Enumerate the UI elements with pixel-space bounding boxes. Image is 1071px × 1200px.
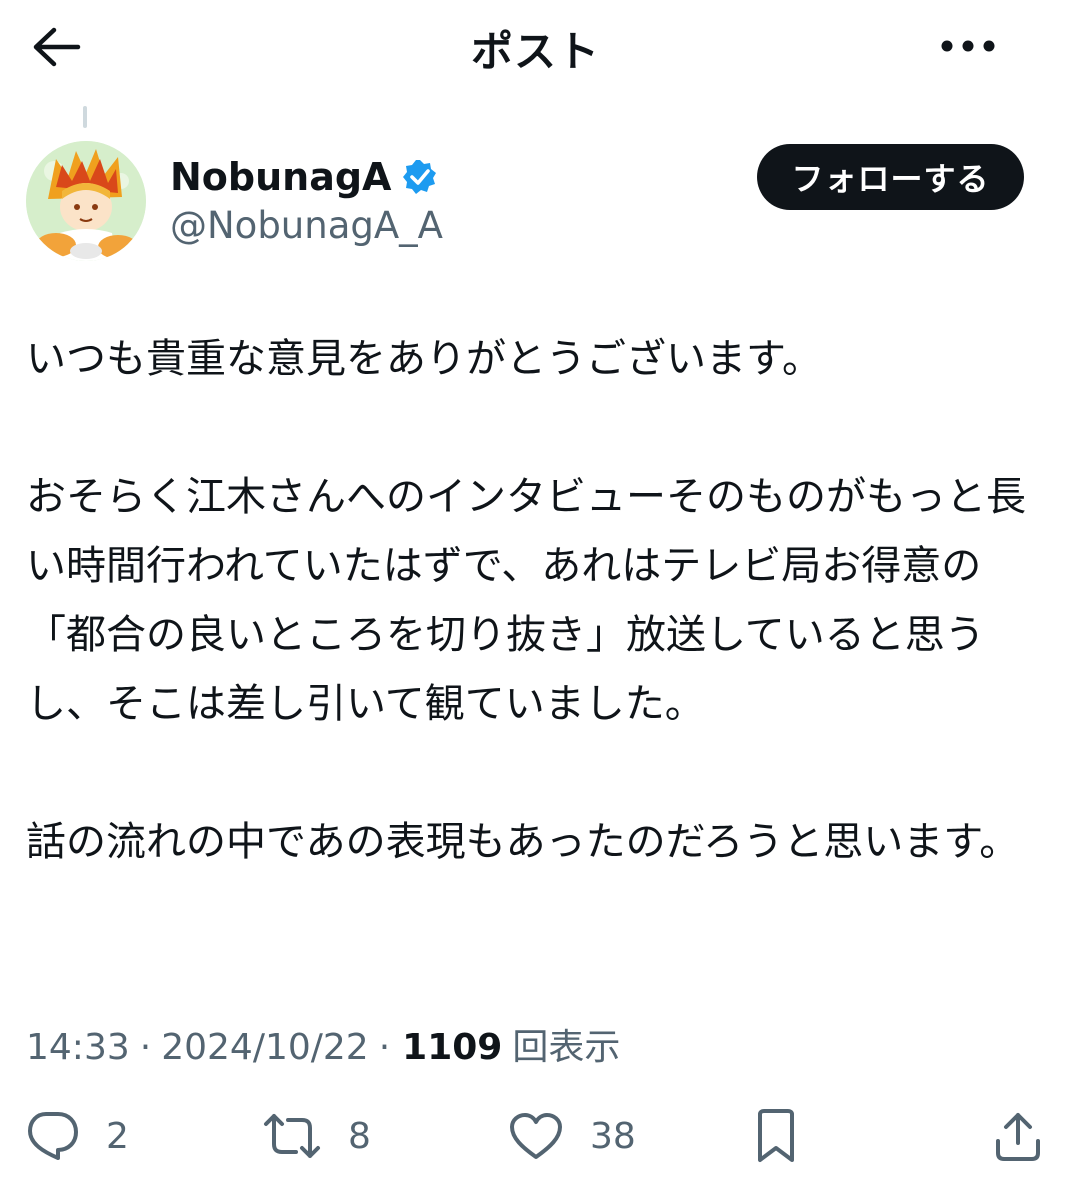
meta-separator: · bbox=[378, 1027, 391, 1068]
post-paragraph: おそらく江木さんへのインタビューそのものがもっと長い時間行われていたはずで、あれ… bbox=[26, 474, 1026, 727]
views-label[interactable]: 回表示 bbox=[512, 1018, 620, 1070]
meta-separator: · bbox=[139, 1027, 152, 1068]
post-paragraph: 話の流れの中であの表現もあったのだろうと思います。 bbox=[26, 819, 1020, 865]
top-bar: ポスト bbox=[0, 0, 1071, 100]
post-date[interactable]: 2024/10/22 bbox=[161, 1027, 369, 1068]
author-name-row[interactable]: NobunagA bbox=[170, 152, 439, 202]
page-title: ポスト bbox=[470, 27, 600, 76]
author-handle[interactable]: @NobunagA_A bbox=[170, 204, 443, 247]
like-button[interactable]: 38 bbox=[508, 1100, 636, 1172]
bookmark-button[interactable] bbox=[754, 1100, 798, 1172]
share-button[interactable] bbox=[992, 1100, 1044, 1172]
post-time[interactable]: 14:33 bbox=[26, 1027, 130, 1068]
post-metadata: 14:33 · 2024/10/22 · 1109 回表示 bbox=[26, 1018, 620, 1070]
more-button[interactable] bbox=[935, 26, 1001, 66]
more-horizontal-icon bbox=[940, 39, 996, 53]
repost-count: 8 bbox=[348, 1115, 371, 1157]
reply-count: 2 bbox=[106, 1115, 129, 1157]
avatar[interactable] bbox=[26, 141, 146, 261]
repost-button[interactable]: 8 bbox=[262, 1100, 371, 1172]
repost-icon bbox=[262, 1112, 322, 1160]
views-count[interactable]: 1109 bbox=[402, 1027, 502, 1068]
like-icon bbox=[508, 1111, 564, 1161]
post-text: いつも貴重な意見をありがとうございます。 おそらく江木さんへのインタビューそのも… bbox=[26, 325, 1041, 877]
action-bar: 2 8 38 bbox=[0, 1100, 1071, 1172]
verified-badge-icon bbox=[401, 158, 439, 196]
bookmark-icon bbox=[754, 1108, 798, 1164]
share-icon bbox=[992, 1109, 1044, 1163]
reply-icon bbox=[24, 1110, 80, 1162]
like-count: 38 bbox=[590, 1115, 636, 1157]
thread-connector-line bbox=[83, 106, 87, 128]
reply-button[interactable]: 2 bbox=[24, 1100, 129, 1172]
post-paragraph: いつも貴重な意見をありがとうございます。 bbox=[26, 336, 822, 382]
follow-button[interactable]: フォローする bbox=[757, 144, 1024, 210]
author-name[interactable]: NobunagA bbox=[170, 155, 391, 199]
